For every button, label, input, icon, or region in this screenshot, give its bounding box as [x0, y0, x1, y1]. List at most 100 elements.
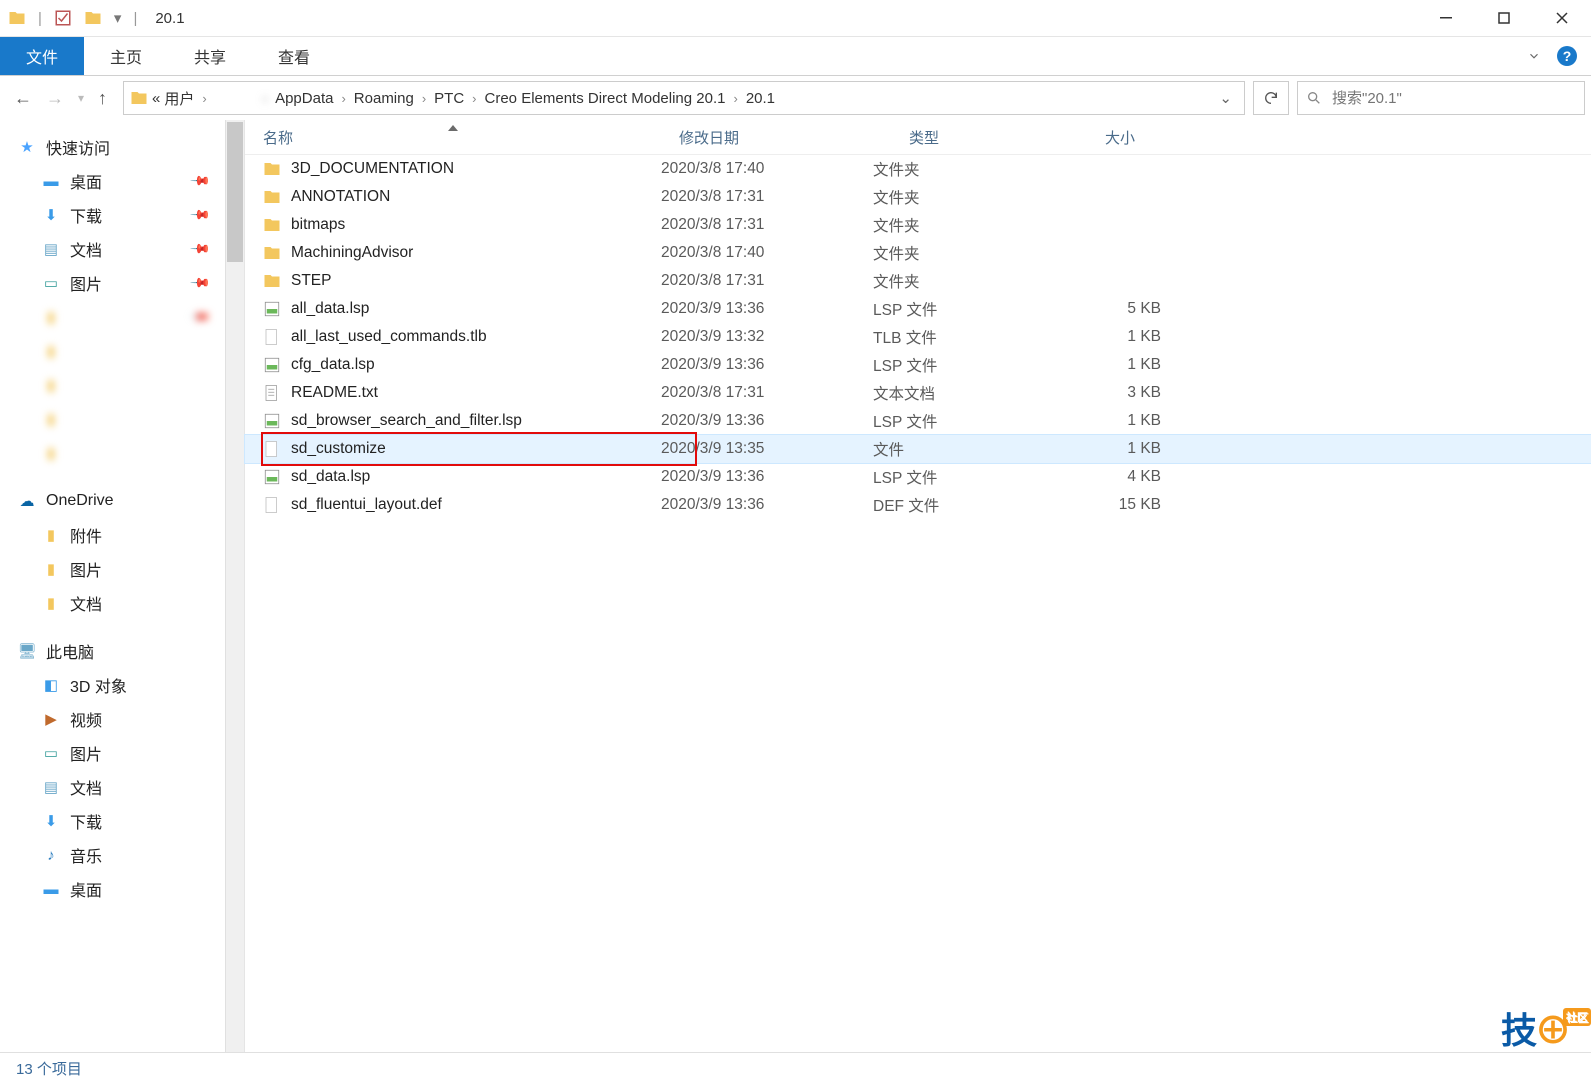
- file-size: 5 KB: [1051, 300, 1179, 318]
- tab-view[interactable]: 查看: [252, 37, 336, 75]
- table-row[interactable]: 3D_DOCUMENTATION2020/3/8 17:40文件夹: [245, 155, 1591, 183]
- search-input[interactable]: [1330, 89, 1576, 108]
- sidebar-item-blurred[interactable]: ▮: [0, 436, 244, 470]
- column-headers: 名称 修改日期 类型 大小: [245, 120, 1591, 155]
- separator: |: [133, 10, 137, 27]
- chevron-right-icon[interactable]: ›: [729, 91, 741, 106]
- pin-icon: 📌: [189, 170, 212, 193]
- folder-icon: [263, 216, 281, 234]
- tab-file[interactable]: 文件: [0, 37, 84, 75]
- sidebar-item-attachments[interactable]: ▮ 附件: [0, 518, 244, 552]
- sidebar-item-label: OneDrive: [46, 492, 114, 510]
- sidebar-item-downloads[interactable]: ⬇下载: [0, 804, 244, 838]
- sidebar-item-video[interactable]: ▶视频: [0, 702, 244, 736]
- sidebar-item-documents[interactable]: ▤ 文档 📌: [0, 232, 244, 266]
- chevron-right-icon[interactable]: ›: [337, 91, 349, 106]
- table-row[interactable]: README.txt2020/3/8 17:31文本文档3 KB: [245, 379, 1591, 407]
- file-name: 3D_DOCUMENTATION: [291, 160, 454, 178]
- sidebar-item-label: 3D 对象: [70, 673, 127, 697]
- table-row[interactable]: all_data.lsp2020/3/9 13:36LSP 文件5 KB: [245, 295, 1591, 323]
- sidebar-item-3d[interactable]: ◧3D 对象: [0, 668, 244, 702]
- nav-arrows: ← → ▾ ↑: [6, 88, 115, 109]
- table-row[interactable]: sd_fluentui_layout.def2020/3/9 13:36DEF …: [245, 491, 1591, 519]
- forward-button[interactable]: →: [46, 88, 64, 109]
- window-controls: [1417, 0, 1591, 36]
- tab-home[interactable]: 主页: [84, 37, 168, 75]
- file-icon: [263, 440, 281, 458]
- recent-locations-button[interactable]: ▾: [78, 91, 84, 105]
- sidebar-item-pictures[interactable]: ▮ 图片: [0, 552, 244, 586]
- video-icon: ▶: [42, 710, 60, 728]
- table-row[interactable]: bitmaps2020/3/8 17:31文件夹: [245, 211, 1591, 239]
- scrollbar-thumb[interactable]: [227, 122, 243, 262]
- folder-small-icon[interactable]: [84, 9, 102, 27]
- navigation-pane: ★ 快速访问 ▬ 桌面 📌 ⬇ 下载 📌 ▤ 文档 📌 ▭ 图片 📌: [0, 120, 244, 1052]
- table-row[interactable]: sd_browser_search_and_filter.lsp2020/3/9…: [245, 407, 1591, 435]
- search-box[interactable]: [1297, 81, 1585, 115]
- column-type[interactable]: 类型: [891, 127, 1087, 148]
- file-name: sd_data.lsp: [291, 468, 370, 486]
- refresh-button[interactable]: [1253, 81, 1289, 115]
- minimize-button[interactable]: [1417, 0, 1475, 36]
- column-name[interactable]: 名称: [245, 127, 661, 148]
- tab-share[interactable]: 共享: [168, 37, 252, 75]
- column-size[interactable]: 大小: [1087, 127, 1215, 148]
- chevron-right-icon[interactable]: ›: [418, 91, 430, 106]
- maximize-button[interactable]: [1475, 0, 1533, 36]
- breadcrumb-item: PTC›: [434, 90, 480, 107]
- chevron-right-icon[interactable]: ›: [198, 91, 210, 106]
- sidebar-item-blurred[interactable]: ▮: [0, 368, 244, 402]
- sidebar-item-documents[interactable]: ▮ 文档: [0, 586, 244, 620]
- close-button[interactable]: [1533, 0, 1591, 36]
- address-bar[interactable]: « 用户› › AppData› Roaming› PTC› Creo Elem…: [123, 81, 1245, 115]
- title-bar: | ▾ | 20.1: [0, 0, 1591, 37]
- sidebar-item-blurred[interactable]: ▮: [0, 334, 244, 368]
- back-button[interactable]: ←: [14, 88, 32, 109]
- ribbon-right: ?: [1527, 37, 1591, 75]
- table-row[interactable]: all_last_used_commands.tlb2020/3/9 13:32…: [245, 323, 1591, 351]
- table-row[interactable]: sd_customize2020/3/9 13:35文件1 KB: [245, 435, 1591, 463]
- folder-icon: [263, 272, 281, 290]
- up-button[interactable]: ↑: [98, 88, 107, 109]
- chevron-right-icon[interactable]: ›: [468, 91, 480, 106]
- column-date[interactable]: 修改日期: [661, 127, 891, 148]
- sidebar-item-documents[interactable]: ▤文档: [0, 770, 244, 804]
- ribbon-tabs: 文件 主页 共享 查看 ?: [0, 37, 1591, 76]
- file-date: 2020/3/8 17:31: [661, 216, 873, 234]
- sidebar-scrollbar[interactable]: [225, 120, 244, 1052]
- sidebar-item-blurred[interactable]: ▮: [0, 402, 244, 436]
- folder-icon: ▮: [42, 594, 60, 612]
- main-area: ★ 快速访问 ▬ 桌面 📌 ⬇ 下载 📌 ▤ 文档 📌 ▭ 图片 📌: [0, 120, 1591, 1052]
- table-row[interactable]: sd_data.lsp2020/3/9 13:36LSP 文件4 KB: [245, 463, 1591, 491]
- table-row[interactable]: MachiningAdvisor2020/3/8 17:40文件夹: [245, 239, 1591, 267]
- address-dropdown-icon[interactable]: ⌄: [1213, 89, 1238, 107]
- sidebar-item-pictures[interactable]: ▭ 图片 📌: [0, 266, 244, 300]
- table-row[interactable]: STEP2020/3/8 17:31文件夹: [245, 267, 1591, 295]
- sidebar-item-desktop[interactable]: ▬ 桌面 📌: [0, 164, 244, 198]
- qat-dropdown-icon[interactable]: ▾: [114, 9, 122, 27]
- file-name: STEP: [291, 272, 331, 290]
- desktop-icon: ▬: [42, 880, 60, 898]
- file-type: 文件: [873, 438, 1051, 460]
- file-name: cfg_data.lsp: [291, 356, 375, 374]
- sidebar-item-label: 文档: [70, 775, 102, 799]
- sidebar-item-music[interactable]: ♪音乐: [0, 838, 244, 872]
- sidebar-item-pictures[interactable]: ▭图片: [0, 736, 244, 770]
- ribbon-collapse-icon[interactable]: [1527, 49, 1541, 63]
- help-button[interactable]: ?: [1557, 46, 1577, 66]
- sidebar-item-downloads[interactable]: ⬇ 下载 📌: [0, 198, 244, 232]
- sidebar-this-pc[interactable]: 🖥 此电脑: [0, 634, 244, 668]
- table-row[interactable]: ANNOTATION2020/3/8 17:31文件夹: [245, 183, 1591, 211]
- sidebar-item-label: 音乐: [70, 843, 102, 867]
- breadcrumb-prefix[interactable]: «: [152, 90, 160, 107]
- table-row[interactable]: cfg_data.lsp2020/3/9 13:36LSP 文件1 KB: [245, 351, 1591, 379]
- sidebar-quick-access[interactable]: ★ 快速访问: [0, 130, 244, 164]
- sidebar-onedrive[interactable]: ☁ OneDrive: [0, 484, 244, 518]
- sidebar-item-desktop[interactable]: ▬桌面: [0, 872, 244, 906]
- breadcrumb-item: Creo Elements Direct Modeling 20.1›: [485, 90, 742, 107]
- sidebar-item-blurred[interactable]: ▮ 📌: [0, 300, 244, 334]
- file-type: LSP 文件: [873, 354, 1051, 376]
- file-type: 文本文档: [873, 382, 1051, 404]
- checkbox-icon[interactable]: [54, 9, 72, 27]
- chevron-right-icon[interactable]: ›: [259, 91, 271, 106]
